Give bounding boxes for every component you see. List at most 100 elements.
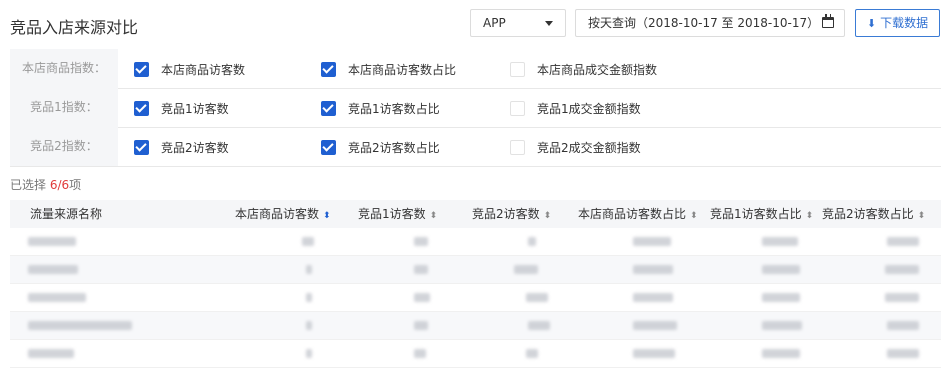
column-header-own-visitors[interactable]: 本店商品访客数 ⬍ [235,200,331,230]
selection-total: /6 [57,178,70,192]
table-row [10,312,941,340]
redacted-value [762,237,798,246]
checkbox-unchecked-icon[interactable] [510,62,525,77]
checkbox-label: 竞品1访客数 [161,102,229,116]
redacted-value [633,349,675,358]
checkbox-own-visitors[interactable]: 本店商品访客数 [134,61,245,78]
filter-row-own: 本店商品指数： 本店商品访客数 本店商品访客数占比 本店商品成交金额指数 [10,49,941,89]
checkbox-unchecked-icon[interactable] [510,101,525,116]
redacted-source-name [28,321,132,330]
column-header-c1-visitors[interactable]: 竞品1访客数 ⬍ [358,200,437,230]
column-header-c1-visitors-ratio[interactable]: 竞品1访客数占比 ⬍ [710,200,813,230]
checkbox-c2-visitors[interactable]: 竞品2访客数 [134,139,229,156]
sort-icon[interactable]: ⬍ [323,211,331,221]
table-row [10,284,941,312]
checkbox-c1-visitors-ratio[interactable]: 竞品1访客数占比 [321,100,440,117]
download-button[interactable]: ⬇ 下载数据 [855,9,940,37]
column-header-own-visitors-ratio[interactable]: 本店商品访客数占比 ⬍ [578,200,698,230]
checkbox-c2-gmv-index[interactable]: 竞品2成交金额指数 [510,139,641,156]
date-range-picker[interactable]: 按天查询（2018-10-17 至 2018-10-17） [575,9,845,37]
checkbox-unchecked-icon[interactable] [510,140,525,155]
checkbox-label: 竞品1成交金额指数 [537,102,641,116]
redacted-value [762,321,802,330]
checkbox-checked-icon[interactable] [321,101,336,116]
redacted-source-name [28,293,86,302]
sort-icon[interactable]: ⬍ [430,211,438,221]
redacted-value [414,321,428,330]
calendar-icon[interactable] [822,14,834,28]
column-header-label: 竞品2访客数占比 [822,207,914,221]
selection-prefix: 已选择 [10,178,47,192]
filter-row-competitor1: 竞品1指数： 竞品1访客数 竞品1访客数占比 竞品1成交金额指数 [10,88,941,128]
table-row [10,340,941,368]
redacted-value [514,265,538,274]
checkbox-own-gmv-index[interactable]: 本店商品成交金额指数 [510,61,657,78]
checkbox-label: 竞品2成交金额指数 [537,141,641,155]
checkbox-checked-icon[interactable] [321,140,336,155]
sort-icon[interactable]: ⬍ [806,211,814,221]
redacted-value [306,265,312,274]
column-header-label: 本店商品访客数占比 [578,207,687,221]
checkbox-checked-icon[interactable] [321,62,336,77]
redacted-value [885,293,919,302]
redacted-value [528,321,550,330]
column-header-label: 竞品1访客数 [358,207,426,221]
redacted-value [414,349,426,358]
checkbox-label: 本店商品访客数占比 [348,63,457,77]
redacted-value [526,349,538,358]
checkbox-c1-gmv-index[interactable]: 竞品1成交金额指数 [510,100,641,117]
redacted-value [414,237,428,246]
redacted-value [306,349,312,358]
filter-row-competitor2: 竞品2指数： 竞品2访客数 竞品2访客数占比 竞品2成交金额指数 [10,127,941,167]
redacted-source-name [28,349,74,358]
redacted-value [762,265,800,274]
source-comparison-table: 流量来源名称 本店商品访客数 ⬍ 竞品1访客数 ⬍ 竞品2访客数 ⬍ 本店商品访客数占… [10,200,941,368]
redacted-value [633,293,673,302]
sort-icon[interactable]: ⬍ [918,211,926,221]
page-title: 竞品入店来源对比 [10,18,139,37]
redacted-value [302,237,314,246]
checkbox-c2-visitors-ratio[interactable]: 竞品2访客数占比 [321,139,440,156]
column-header-label: 竞品1访客数占比 [710,207,802,221]
checkbox-label: 竞品2访客数 [161,141,229,155]
column-header-label: 本店商品访客数 [235,207,320,221]
redacted-value [526,293,548,302]
redacted-value [306,321,312,330]
sort-icon[interactable]: ⬍ [690,211,698,221]
checkbox-checked-icon[interactable] [134,101,149,116]
checkbox-label: 竞品2访客数占比 [348,141,440,155]
redacted-value [762,293,800,302]
redacted-value [306,293,312,302]
redacted-value [887,321,919,330]
filter-label: 本店商品指数： [10,49,118,88]
column-header-label: 流量来源名称 [30,207,103,221]
download-icon: ⬇ [866,17,877,30]
column-header-source-name: 流量来源名称 [30,200,102,228]
checkbox-checked-icon[interactable] [134,140,149,155]
platform-select-value: APP [483,16,506,30]
checkbox-label: 本店商品访客数 [161,63,246,77]
redacted-value [528,237,536,246]
sort-icon[interactable]: ⬍ [544,211,552,221]
column-header-c2-visitors[interactable]: 竞品2访客数 ⬍ [472,200,551,230]
redacted-value [885,265,919,274]
redacted-source-name [28,265,78,274]
platform-select[interactable]: APP [470,9,566,37]
checkbox-own-visitors-ratio[interactable]: 本店商品访客数占比 [321,61,456,78]
selection-suffix: 项 [69,178,82,192]
redacted-value [762,349,800,358]
redacted-value [414,293,430,302]
column-header-c2-visitors-ratio[interactable]: 竞品2访客数占比 ⬍ [822,200,925,230]
download-label: 下载数据 [880,16,929,30]
checkbox-label: 本店商品成交金额指数 [537,63,658,77]
column-header-label: 竞品2访客数 [472,207,540,221]
checkbox-c1-visitors[interactable]: 竞品1访客数 [134,100,229,117]
redacted-value [414,265,428,274]
filter-label: 竞品1指数： [10,88,118,127]
caret-down-icon [545,21,553,26]
checkbox-checked-icon[interactable] [134,62,149,77]
table-row [10,228,941,256]
redacted-value [633,321,677,330]
checkbox-label: 竞品1访客数占比 [348,102,440,116]
selection-count: 已选择 6/6项 [10,176,81,193]
